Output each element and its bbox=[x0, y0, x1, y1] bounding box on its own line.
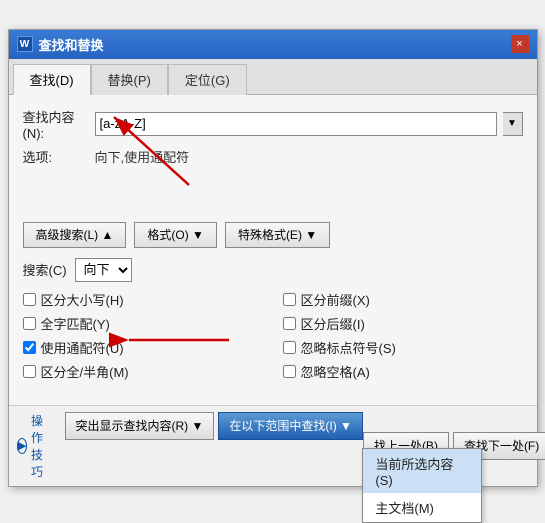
suffix-checkbox[interactable] bbox=[283, 317, 296, 330]
checkbox-suffix: 区分后缀(I) bbox=[283, 314, 523, 333]
highlight-button[interactable]: 突出显示查找内容(R) ▼ bbox=[65, 412, 215, 440]
suffix-label[interactable]: 区分后缀(I) bbox=[301, 314, 365, 333]
search-control: ▼ bbox=[95, 112, 523, 136]
advanced-search-label: 高级搜索(L) ▲ bbox=[36, 226, 114, 243]
prefix-checkbox[interactable] bbox=[283, 293, 296, 306]
scope-wrapper: 在以下范围中查找(I) ▼ 当前所选内容(S) 主文档(M) bbox=[214, 412, 363, 480]
tab-replace[interactable]: 替换(P) bbox=[91, 64, 168, 95]
help-icon: ▶ bbox=[17, 438, 27, 454]
special-format-label: 特殊格式(E) ▼ bbox=[238, 226, 317, 243]
spacer bbox=[23, 174, 523, 204]
checkbox-prefix: 区分前缀(X) bbox=[283, 290, 523, 309]
dialog-title: 查找和替换 bbox=[39, 35, 104, 54]
highlight-label: 突出显示查找内容(R) ▼ bbox=[76, 417, 204, 434]
help-link[interactable]: 操作技巧 bbox=[31, 412, 49, 480]
search-dropdown-arrow[interactable]: ▼ bbox=[503, 112, 523, 136]
special-format-button[interactable]: 特殊格式(E) ▼ bbox=[225, 222, 330, 248]
options-row: 选项: 向下,使用通配符 bbox=[23, 147, 523, 166]
title-bar-left: W 查找和替换 bbox=[17, 35, 104, 54]
space-label[interactable]: 忽略空格(A) bbox=[301, 362, 370, 381]
advanced-search-button[interactable]: 高级搜索(L) ▲ bbox=[23, 222, 127, 248]
app-icon: W bbox=[17, 36, 33, 52]
wildcard-label[interactable]: 使用通配符(U) bbox=[41, 338, 124, 357]
search-dir-label: 搜索(C) bbox=[23, 260, 67, 279]
whole-word-label[interactable]: 全字匹配(Y) bbox=[41, 314, 110, 333]
prefix-label[interactable]: 区分前缀(X) bbox=[301, 290, 370, 309]
tab-goto-label: 定位(G) bbox=[185, 73, 230, 88]
action-buttons-row: 高级搜索(L) ▲ 格式(O) ▼ 特殊格式(E) ▼ bbox=[23, 222, 523, 248]
tab-find-label: 查找(D) bbox=[30, 73, 74, 88]
case-sensitive-checkbox[interactable] bbox=[23, 293, 36, 306]
search-label: 查找内容(N): bbox=[23, 107, 95, 141]
checkbox-space: 忽略空格(A) bbox=[283, 362, 523, 381]
fullhalf-checkbox[interactable] bbox=[23, 365, 36, 378]
search-dir-select-wrapper: 向上 向下 全部 bbox=[75, 258, 132, 282]
whole-word-checkbox[interactable] bbox=[23, 317, 36, 330]
tab-replace-label: 替换(P) bbox=[108, 73, 151, 88]
punct-checkbox[interactable] bbox=[283, 341, 296, 354]
tab-find[interactable]: 查找(D) bbox=[13, 64, 91, 95]
wildcard-checkbox[interactable] bbox=[23, 341, 36, 354]
search-input-row: 查找内容(N): ▼ bbox=[23, 107, 523, 141]
bottom-bar: ▶ 操作技巧 突出显示查找内容(R) ▼ 在以下范围中查找(I) ▼ 当前所选内… bbox=[9, 405, 537, 486]
space-checkbox[interactable] bbox=[283, 365, 296, 378]
search-direction-row: 搜索(C) 向上 向下 全部 bbox=[23, 258, 523, 282]
search-direction-select[interactable]: 向上 向下 全部 bbox=[75, 258, 132, 282]
checkbox-case-sensitive: 区分大小写(H) bbox=[23, 290, 263, 309]
checkboxes-area: 区分大小写(H) 区分前缀(X) 全字匹配(Y) 区分后缀(I) 使用通配符(U… bbox=[23, 290, 523, 381]
case-sensitive-label[interactable]: 区分大小写(H) bbox=[41, 290, 124, 309]
fullhalf-label[interactable]: 区分全/半角(M) bbox=[41, 362, 129, 381]
options-value: 向下,使用通配符 bbox=[95, 147, 190, 166]
find-replace-dialog: W 查找和替换 × 查找(D) 替换(P) 定位(G) bbox=[8, 29, 538, 487]
scope-option-document[interactable]: 主文档(M) bbox=[363, 493, 481, 522]
scope-label: 在以下范围中查找(I) ▼ bbox=[229, 417, 352, 434]
dialog-content: 查找内容(N): ▼ 选项: 向下,使用通配符 高级搜索(L) ▲ 格式(O) … bbox=[9, 95, 537, 405]
checkbox-punct: 忽略标点符号(S) bbox=[283, 338, 523, 357]
close-window-button[interactable]: × bbox=[511, 35, 529, 53]
title-bar: W 查找和替换 × bbox=[9, 30, 537, 59]
search-input[interactable] bbox=[95, 112, 497, 136]
options-label: 选项: bbox=[23, 147, 95, 166]
punct-label[interactable]: 忽略标点符号(S) bbox=[301, 338, 396, 357]
scope-option-selection[interactable]: 当前所选内容(S) bbox=[363, 449, 481, 493]
scope-button[interactable]: 在以下范围中查找(I) ▼ bbox=[218, 412, 363, 440]
help-section: ▶ 操作技巧 bbox=[17, 412, 49, 480]
checkbox-wildcard: 使用通配符(U) bbox=[23, 338, 263, 357]
format-button[interactable]: 格式(O) ▼ bbox=[134, 222, 217, 248]
tabs-bar: 查找(D) 替换(P) 定位(G) bbox=[9, 59, 537, 95]
scope-dropdown: 当前所选内容(S) 主文档(M) bbox=[362, 448, 482, 523]
checkbox-fullhalf: 区分全/半角(M) bbox=[23, 362, 263, 381]
checkbox-whole-word: 全字匹配(Y) bbox=[23, 314, 263, 333]
format-label: 格式(O) ▼ bbox=[147, 226, 204, 243]
tab-goto[interactable]: 定位(G) bbox=[168, 64, 247, 95]
